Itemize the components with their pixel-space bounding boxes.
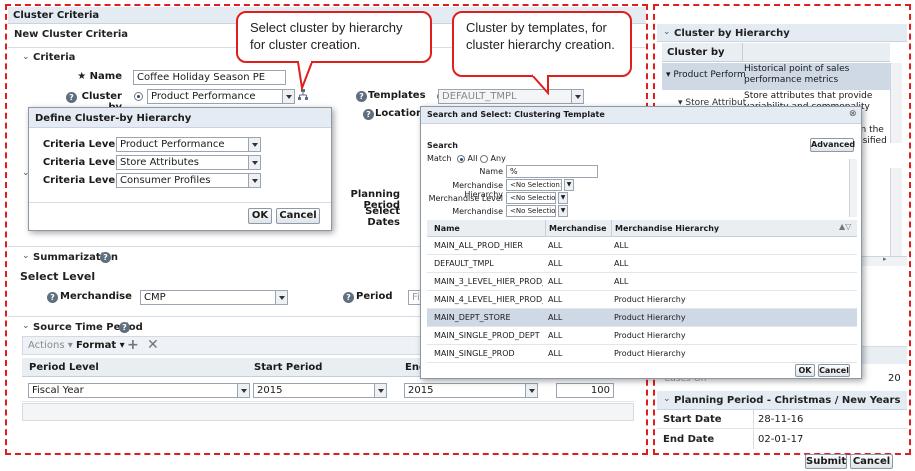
- help-icon[interactable]: ?: [66, 92, 77, 103]
- match-all-radio[interactable]: [456, 154, 465, 163]
- collapse-icon[interactable]: ⌄: [22, 251, 30, 261]
- callout-pointer: [297, 60, 313, 92]
- help-icon[interactable]: ?: [100, 252, 111, 263]
- dialog-title: Search and Select: Clustering Template: [421, 107, 861, 124]
- delete-icon[interactable]: ✕: [147, 337, 159, 353]
- horizontal-scrollbar[interactable]: [22, 403, 634, 421]
- submit-button[interactable]: Submit: [805, 454, 847, 469]
- table-row[interactable]: MAIN_SINGLE_PROD_DEPT ALL Product Hierar…: [427, 327, 857, 345]
- table-row[interactable]: DEFAULT_TMPL ALL ALL: [427, 255, 857, 273]
- end-period-select[interactable]: 2015: [404, 383, 538, 398]
- table-row[interactable]: Fiscal Year 2015 2015 100: [22, 378, 634, 402]
- collapse-icon[interactable]: ⌄: [663, 394, 671, 404]
- vertical-scrollbar[interactable]: [890, 63, 902, 143]
- format-menu[interactable]: Format ▾: [76, 340, 125, 351]
- define-hierarchy-dialog: Define Cluster-by Hierarchy Criteria Lev…: [28, 107, 332, 231]
- merchandise-label: Merchandise: [60, 291, 132, 302]
- match-any-radio[interactable]: [479, 154, 488, 163]
- merch-level-select[interactable]: <No Selection>: [506, 192, 556, 204]
- callout-hierarchy: Select cluster by hierarchy for cluster …: [236, 11, 432, 63]
- name-search-input[interactable]: %: [506, 165, 598, 178]
- templates-label: Templates: [368, 90, 426, 101]
- match-label: Match: [427, 154, 452, 163]
- callout-pointer: [531, 73, 549, 95]
- cluster-by-select[interactable]: Product Performance: [147, 89, 295, 104]
- planning-period-header[interactable]: ⌄ Planning Period - Christmas / New Year…: [657, 391, 907, 410]
- criteria-level-2-select[interactable]: Store Attributes: [116, 155, 261, 170]
- actions-menu[interactable]: Actions ▾: [28, 340, 73, 351]
- table-row[interactable]: MAIN_3_LEVEL_HIER_PROD_FI... ALL ALL: [427, 273, 857, 291]
- close-icon[interactable]: ⊗: [849, 109, 857, 119]
- merch-hierarchy-select[interactable]: <No Selection>: [506, 179, 562, 191]
- location-label: Location: [375, 108, 424, 119]
- criteria-level-3-select[interactable]: Consumer Profiles: [116, 173, 261, 188]
- start-date-row: Start Date 28-11-16: [657, 410, 907, 429]
- period-label: Period: [356, 291, 393, 302]
- cluster-hierarchy-header[interactable]: ⌄ Cluster by Hierarchy: [657, 24, 907, 42]
- vertical-scrollbar[interactable]: [849, 159, 857, 217]
- merch-level-label: Merchandise Level: [428, 194, 503, 203]
- collapse-icon[interactable]: ⌄: [663, 27, 671, 37]
- description-text: ssified: [858, 136, 887, 146]
- help-icon[interactable]: ?: [356, 91, 367, 102]
- dropdown-arrow-icon[interactable]: ▼: [558, 192, 568, 204]
- advanced-button[interactable]: Advanced: [810, 138, 855, 152]
- dialog-title: Define Cluster-by Hierarchy: [29, 108, 331, 128]
- template-search-dialog: Search and Select: Clustering Template ⊗…: [420, 106, 862, 379]
- table-row[interactable]: ▾ Product Perform Historical point of sa…: [662, 63, 890, 90]
- callout-templates: Cluster by templates, for cluster hierar…: [452, 11, 632, 77]
- help-icon[interactable]: ?: [119, 322, 130, 333]
- help-icon[interactable]: ?: [47, 292, 58, 303]
- collapse-icon[interactable]: ⌄: [22, 52, 30, 62]
- vertical-scrollbar[interactable]: [890, 168, 902, 256]
- cancel-button[interactable]: Cancel: [850, 454, 893, 469]
- merchandise-select[interactable]: CMP: [140, 290, 288, 305]
- table-row[interactable]: MAIN_4_LEVEL_HIER_PROD_FI... ALL Product…: [427, 291, 857, 309]
- merchandise-select[interactable]: <No Selection>: [506, 205, 556, 217]
- add-icon[interactable]: +: [127, 337, 139, 353]
- templates-select[interactable]: DEFAULT_TMPL: [438, 89, 584, 104]
- merchandise-label: Merchandise: [452, 207, 503, 216]
- scroll-right-icon[interactable]: ▸: [883, 255, 887, 263]
- end-date-row: End Date 02-01-17: [657, 430, 907, 449]
- dropdown-arrow-icon[interactable]: ▼: [564, 179, 574, 191]
- table-row[interactable]: MAIN_ALL_PROD_HIER ALL ALL: [427, 237, 857, 255]
- table-row[interactable]: MAIN_SINGLE_PROD ALL Product Hierarchy: [427, 345, 857, 363]
- search-heading: Search: [427, 141, 458, 150]
- name-label: ★ Name: [77, 71, 122, 82]
- period-level-select[interactable]: Fiscal Year: [28, 383, 250, 398]
- value-input[interactable]: 100: [556, 383, 614, 398]
- dropdown-arrow-icon[interactable]: ▼: [558, 205, 568, 217]
- ok-button[interactable]: OK: [795, 364, 815, 377]
- results-header: Name Merchandise Merchandise Hierarchy ▲…: [427, 220, 857, 237]
- cancel-button[interactable]: Cancel: [276, 208, 320, 224]
- ok-button[interactable]: OK: [248, 208, 272, 224]
- cluster-by-radio[interactable]: [134, 91, 143, 101]
- select-dates-label: Select Dates: [365, 206, 400, 228]
- sort-icon[interactable]: ▲▽: [839, 222, 851, 231]
- table-row-selected[interactable]: MAIN_DEPT_STORE ALL Product Hierarchy: [427, 309, 857, 327]
- stat-value: 20: [888, 373, 901, 384]
- criteria-level-1-select[interactable]: Product Performance: [116, 137, 261, 152]
- start-period-select[interactable]: 2015: [253, 383, 387, 398]
- select-level-heading: Select Level: [20, 270, 96, 283]
- description-text: in the: [858, 125, 884, 135]
- cluster-by-column-header: Cluster by: [662, 43, 890, 62]
- help-icon[interactable]: ?: [363, 109, 374, 120]
- help-icon[interactable]: ?: [343, 292, 354, 303]
- page-subtitle: New Cluster Criteria: [14, 29, 129, 40]
- collapse-icon[interactable]: ⌄: [22, 321, 30, 331]
- cancel-button[interactable]: Cancel: [818, 364, 850, 377]
- name-input[interactable]: Coffee Holiday Season PE: [133, 70, 286, 85]
- name-label: Name: [479, 167, 503, 176]
